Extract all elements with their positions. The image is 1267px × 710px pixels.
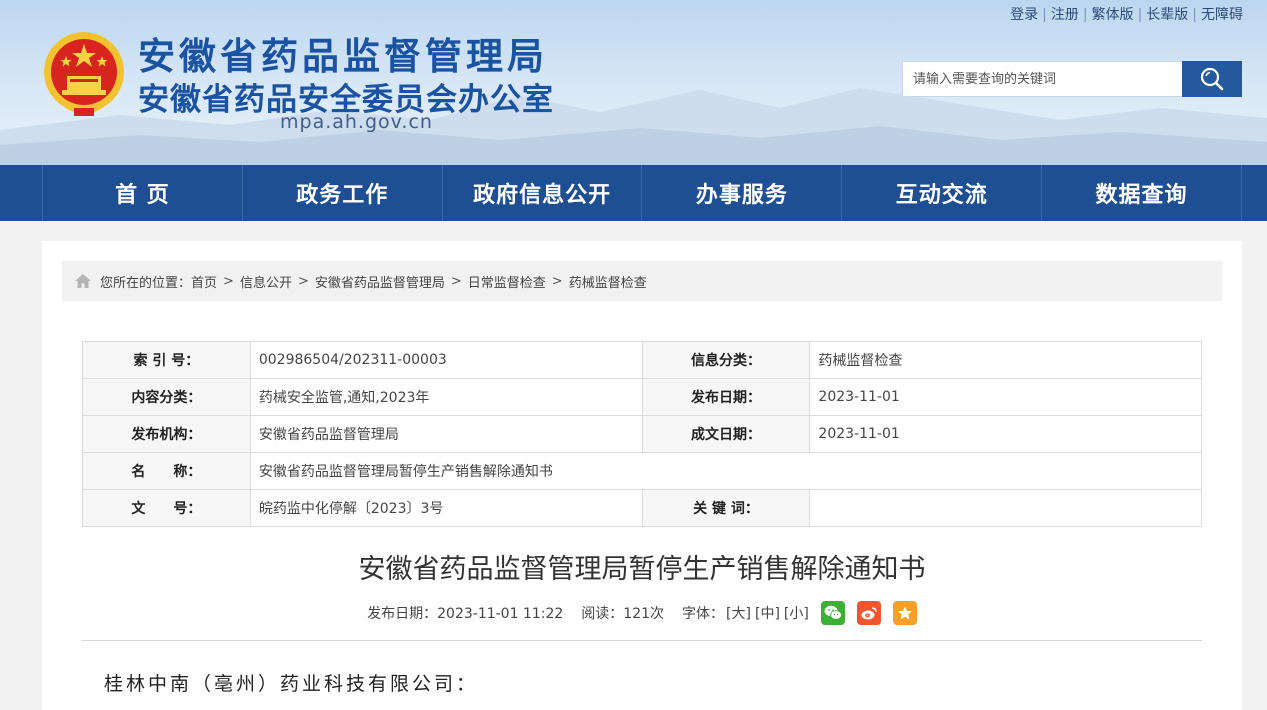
site-title-main: 安徽省药品监督管理局 (138, 35, 548, 78)
weibo-icon (861, 607, 877, 620)
publish-date-value: 2023-11-01 (809, 378, 1202, 416)
nav-info-disclosure[interactable]: 政府信息公开 (441, 165, 642, 221)
name-label: 名 称： (82, 452, 251, 490)
site-header: 安徽省药品监督管理局 安徽省药品安全委员会办公室 mpa.ah.gov.cn 登… (0, 0, 1267, 165)
favorite-button[interactable] (892, 601, 917, 625)
name-value: 安徽省药品监督管理局暂停生产销售解除通知书 (249, 452, 1203, 490)
article-divider (82, 640, 1202, 641)
font-size-large-button[interactable]: [大] (726, 603, 751, 623)
document-date-value: 2023-11-01 (809, 415, 1202, 453)
traditional-chinese-link[interactable]: 繁体版 (1092, 7, 1134, 23)
top-links: 登录 | 注册 | 繁体版 | 长辈版 | 无障碍 (1010, 7, 1243, 23)
search-box (902, 61, 1242, 97)
nav-home[interactable]: 首 页 (42, 165, 242, 221)
national-emblem-icon (44, 32, 124, 116)
breadcrumb: 您所在的位置： 首页 > 信息公开 > 安徽省药品监督管理局 > 日常监督检查 … (62, 261, 1222, 301)
breadcrumb-separator: > (223, 273, 234, 289)
breadcrumb-info-disclosure[interactable]: 信息公开 (240, 272, 292, 291)
wechat-icon (824, 605, 842, 620)
site-domain: mpa.ah.gov.cn (280, 111, 433, 133)
share-wechat-button[interactable] (820, 601, 845, 625)
table-row: 发布机构： 安徽省药品监督管理局 成文日期： 2023-11-01 (82, 415, 1202, 453)
breadcrumb-bureau[interactable]: 安徽省药品监督管理局 (315, 272, 445, 291)
article-publish-time: 发布日期：2023-11-01 11:22 (367, 606, 564, 622)
breadcrumb-separator: > (297, 273, 309, 289)
nav-services[interactable]: 办事服务 (641, 165, 841, 221)
content-category-label: 内容分类： (82, 378, 251, 416)
main-nav: 首 页 政务工作 政府信息公开 办事服务 互动交流 数据查询 (0, 165, 1267, 221)
document-number-label: 文 号： (82, 489, 251, 527)
breadcrumb-home[interactable]: 首页 (191, 272, 217, 291)
publisher-label: 发布机构： (82, 415, 251, 453)
publisher-value: 安徽省药品监督管理局 (249, 415, 643, 453)
article-title: 安徽省药品监督管理局暂停生产销售解除通知书 (358, 554, 926, 585)
article-body-first-line: 桂林中南（亳州）药业科技有限公司： (104, 673, 479, 695)
accessibility-link[interactable]: 无障碍 (1201, 7, 1243, 23)
breadcrumb-prefix: 您所在的位置： (100, 275, 192, 291)
table-row: 内容分类： 药械安全监管,通知,2023年 发布日期： 2023-11-01 (82, 378, 1202, 416)
breadcrumb-separator: > (551, 273, 563, 289)
content-panel: 您所在的位置： 首页 > 信息公开 > 安徽省药品监督管理局 > 日常监督检查 … (42, 241, 1242, 710)
article-meta: 发布日期：2023-11-01 11:22 阅读：121次 字体： [大] [中… (42, 601, 1242, 625)
elderly-mode-link[interactable]: 长辈版 (1146, 7, 1188, 23)
font-size-medium-button[interactable]: [中] (755, 603, 780, 623)
login-link[interactable]: 登录 (1010, 7, 1038, 23)
document-meta-table: 索 引 号： 002986504/202311-00003 信息分类： 药械监督… (82, 341, 1203, 527)
search-icon (1200, 67, 1224, 91)
breadcrumb-daily-inspection[interactable]: 日常监督检查 (468, 272, 546, 291)
document-date-label: 成文日期： (641, 415, 811, 453)
table-row: 名 称： 安徽省药品监督管理局暂停生产销售解除通知书 (82, 452, 1203, 490)
content-category-value: 药械安全监管,通知,2023年 (249, 378, 643, 416)
star-icon (897, 606, 912, 620)
document-number-value: 皖药监中化停解〔2023〕3号 (249, 489, 643, 527)
breadcrumb-separator: > (450, 273, 462, 289)
nav-government-work[interactable]: 政务工作 (241, 165, 442, 221)
search-input[interactable] (903, 62, 1193, 96)
category-value: 药械监督检查 (809, 341, 1202, 379)
keywords-label: 关 键 词： (641, 489, 811, 527)
table-row: 文 号： 皖药监中化停解〔2023〕3号 关 键 词： (82, 489, 1202, 527)
category-label: 信息分类： (641, 341, 811, 379)
table-row: 索 引 号： 002986504/202311-00003 信息分类： 药械监督… (82, 341, 1202, 379)
publish-date-label: 发布日期： (641, 378, 811, 416)
index-label: 索 引 号： (82, 341, 251, 379)
font-size-label: 字体： (682, 606, 725, 622)
register-link[interactable]: 注册 (1051, 7, 1079, 23)
nav-interaction[interactable]: 互动交流 (841, 165, 1041, 221)
breadcrumb-device-inspection[interactable]: 药械监督检查 (569, 272, 647, 291)
article-read-count: 阅读：121次 (581, 606, 665, 622)
index-value: 002986504/202311-00003 (249, 341, 643, 379)
share-weibo-button[interactable] (856, 601, 881, 625)
nav-data-query[interactable]: 数据查询 (1041, 165, 1242, 221)
search-button[interactable] (1182, 61, 1242, 97)
keywords-value (809, 489, 1202, 527)
font-size-small-button[interactable]: [小] (784, 603, 809, 623)
home-icon (74, 273, 92, 289)
